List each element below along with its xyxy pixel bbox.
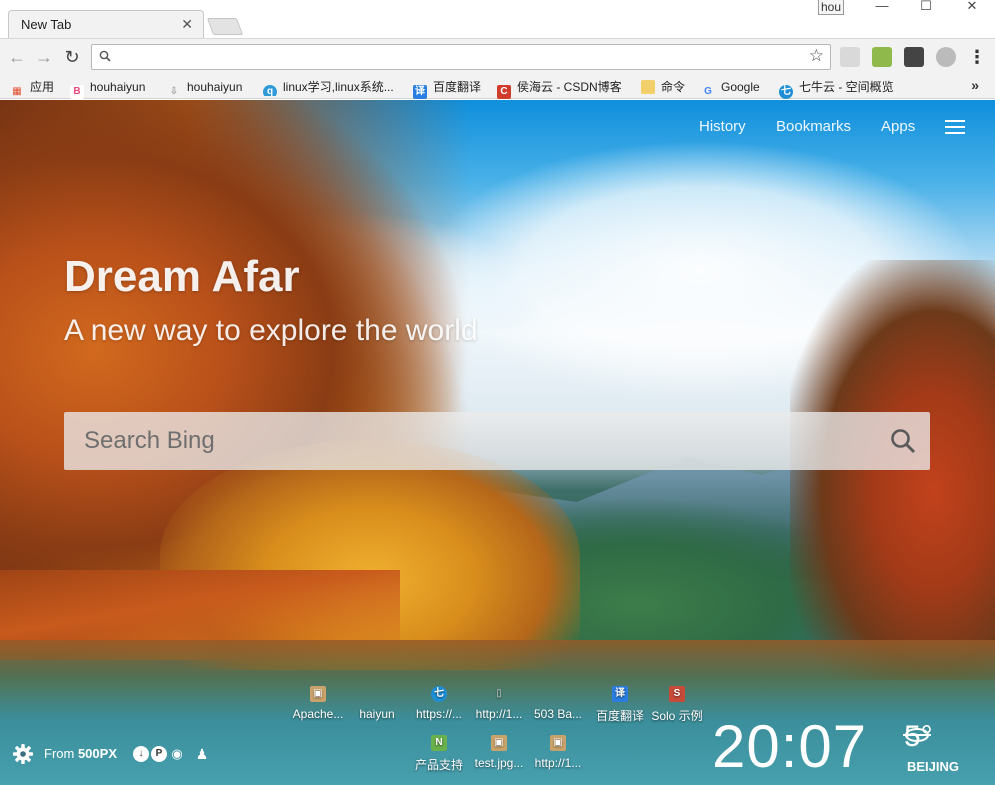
qiniu-icon: 七: [431, 686, 447, 702]
search-icon: [99, 50, 111, 62]
image-icon: ▣: [550, 735, 566, 751]
apps-grid-icon: ▦: [12, 86, 22, 97]
background-trees: [790, 260, 995, 680]
shortcut-tile[interactable]: ▯ http://1...: [469, 686, 529, 721]
search-input[interactable]: [64, 412, 864, 470]
gear-icon[interactable]: [12, 743, 34, 765]
back-icon[interactable]: ←: [6, 46, 28, 68]
folder-icon: [641, 80, 655, 94]
tab-new-tab[interactable]: New Tab ✕: [8, 10, 204, 39]
download-icon[interactable]: ↓: [133, 746, 149, 762]
tab-close-icon[interactable]: ✕: [181, 16, 193, 33]
close-window-button[interactable]: ✕: [950, 0, 994, 14]
bookmark-item[interactable]: 七七牛云 - 空间概览: [779, 78, 894, 99]
download-icon: ⇩: [169, 86, 179, 97]
blank-page-icon: ▯: [496, 688, 502, 699]
bookmark-item[interactable]: ⇩ houhaiyun: [167, 78, 243, 97]
minimize-button[interactable]: —: [860, 0, 904, 14]
bookmark-item[interactable]: Bhouhaiyun: [70, 78, 145, 99]
extension-circle-icon[interactable]: [936, 47, 956, 67]
csdn-icon: C: [497, 85, 511, 99]
search-icon[interactable]: [890, 428, 916, 454]
solo-icon: S: [669, 686, 685, 702]
image-icon: ▣: [491, 735, 507, 751]
nav-bookmarks-link[interactable]: Bookmarks: [776, 118, 851, 135]
bookmark-item[interactable]: G Google: [701, 78, 760, 97]
photo-source-label: From 500PX: [44, 746, 117, 761]
nav-apps-link[interactable]: Apps: [881, 118, 915, 135]
bookmark-star-icon[interactable]: ☆: [809, 46, 824, 66]
bookmarks-bar: ▦ 应用 Bhouhaiyun ⇩ houhaiyun q linux学习,linux…: [0, 74, 995, 99]
shortcut-tile[interactable]: S Solo 示例: [647, 686, 707, 724]
address-bar[interactable]: ☆: [91, 44, 831, 70]
profile-button[interactable]: hou: [818, 0, 845, 15]
bookmark-item[interactable]: C 侯海云 - CSDN博客: [497, 78, 622, 99]
tab-title: New Tab: [21, 17, 72, 32]
maximize-button[interactable]: ☐: [904, 0, 948, 14]
browser-toolbar: ← → ↻ ☆ ⋮: [0, 38, 995, 74]
page-title: Dream Afar: [64, 252, 300, 301]
shortcut-tile[interactable]: 503 Ba...: [528, 686, 588, 721]
translate-icon: 译: [612, 686, 628, 702]
nav-history-link[interactable]: History: [699, 118, 746, 135]
qq-icon[interactable]: ♟: [194, 746, 210, 762]
shortcut-tile[interactable]: 译 百度翻译: [590, 686, 650, 724]
shortcut-tile[interactable]: 七 https://...: [409, 686, 469, 721]
extension-download-icon[interactable]: [840, 47, 860, 67]
google-icon: G: [704, 86, 712, 97]
bookmarks-overflow-button[interactable]: »: [971, 77, 979, 93]
image-icon: ▣: [310, 686, 326, 702]
weather-temperature: 5°: [904, 720, 933, 753]
extension-tool-icon[interactable]: [904, 47, 924, 67]
nvidia-icon: N: [431, 735, 447, 751]
weibo-icon[interactable]: ◉: [169, 746, 185, 762]
page-subtitle: A new way to explore the world: [64, 314, 478, 347]
q-logo-icon: q: [263, 85, 277, 96]
bookmark-item[interactable]: 译百度翻译: [413, 78, 481, 99]
new-tab-button[interactable]: [206, 18, 244, 35]
bookmark-item[interactable]: q linux学习,linux系统...: [263, 78, 403, 96]
shortcut-tile[interactable]: ▣ Apache...: [288, 686, 348, 721]
reload-icon[interactable]: ↻: [61, 46, 83, 68]
search-box: [64, 412, 930, 470]
shortcut-tile[interactable]: haiyun: [347, 686, 407, 721]
weather-city: BEIJING: [907, 759, 960, 774]
translate-icon: 译: [413, 85, 427, 99]
new-tab-page: History Bookmarks Apps Dream Afar A new …: [0, 100, 995, 785]
shortcut-tile[interactable]: ▣ http://1...: [528, 735, 588, 770]
bookmark-item[interactable]: ▦ 应用: [10, 78, 54, 97]
shortcut-tile[interactable]: ▣ test.jpg...: [469, 735, 529, 770]
forward-icon[interactable]: →: [33, 46, 55, 68]
photo-source-link[interactable]: 500PX: [78, 746, 117, 761]
clock: 20:07: [712, 713, 868, 780]
pinterest-icon[interactable]: P: [151, 746, 167, 762]
shortcut-tile[interactable]: N 产品支持: [409, 735, 469, 773]
qiniu-icon: 七: [779, 85, 793, 99]
b-logo-icon: B: [70, 85, 84, 99]
extension-plant-icon[interactable]: [872, 47, 892, 67]
blank-page-icon: [550, 686, 566, 702]
bookmark-item[interactable]: 命令: [641, 78, 685, 96]
menu-kebab-icon[interactable]: ⋮: [966, 46, 988, 68]
blank-page-icon: [369, 686, 385, 702]
title-bar: New Tab ✕ hou — ☐ ✕: [0, 0, 995, 39]
hamburger-menu-icon[interactable]: [945, 120, 965, 134]
